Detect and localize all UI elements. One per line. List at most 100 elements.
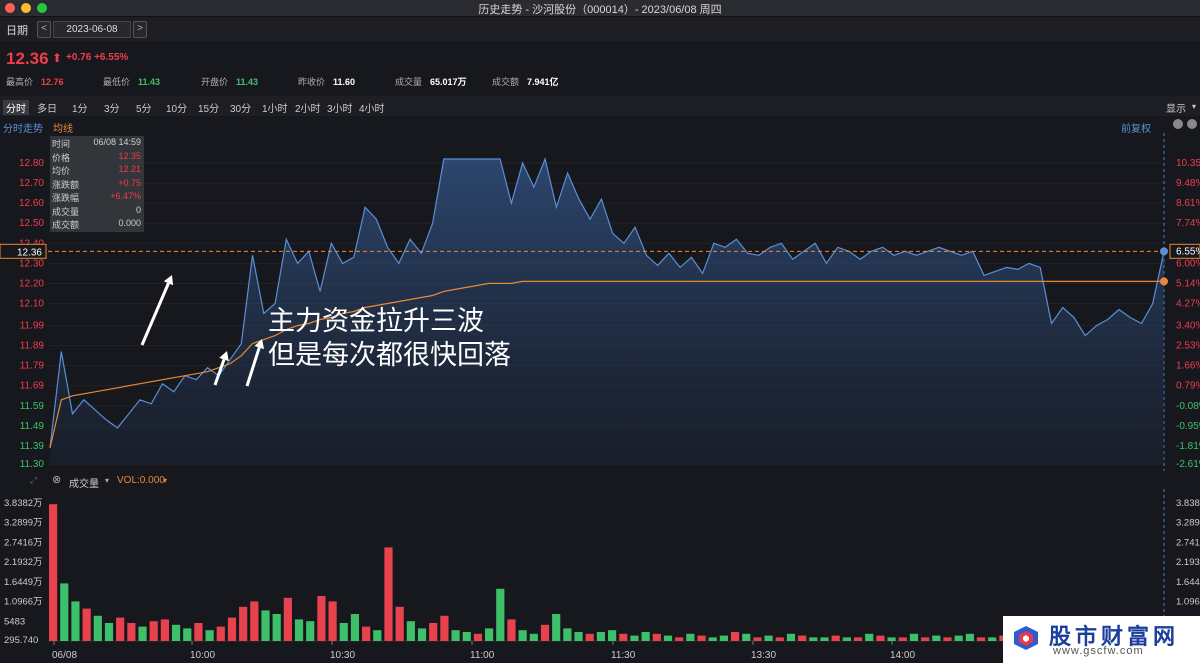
- volume-bar: [440, 615, 449, 641]
- volume-bar: [697, 635, 706, 641]
- time-tick-label: 10:30: [330, 650, 355, 661]
- volume-bar: [630, 635, 639, 641]
- tooltip-key: 成交量: [52, 206, 80, 217]
- tab-period[interactable]: 5分: [136, 100, 152, 115]
- time-tick-label: 13:30: [751, 650, 776, 661]
- volume-bar: [183, 628, 192, 641]
- volume-tick-label: 1.0966万: [4, 597, 43, 608]
- volume-tick-label-right: 3.2899万: [1176, 518, 1200, 529]
- tab-period[interactable]: 15分: [198, 100, 219, 115]
- pct-tick-label: 3.40%: [1176, 321, 1200, 332]
- pct-tick-label: -1.81%: [1176, 441, 1200, 452]
- volume-bar: [261, 610, 270, 641]
- tooltip-row: 涨跌额 +0.75: [52, 178, 141, 191]
- stat-value: 65.017万: [430, 77, 467, 87]
- tooltip-key: 涨跌额: [52, 179, 80, 190]
- vol-value: VOL:0.000: [117, 475, 165, 486]
- volume-bar: [764, 635, 773, 641]
- price-tick-label: 11.79: [20, 361, 45, 372]
- volume-bar: [619, 633, 628, 641]
- price-tick-label: 11.59: [20, 401, 45, 412]
- tooltip-value: 12.21: [118, 164, 141, 174]
- tab-period[interactable]: 30分: [230, 100, 251, 115]
- price-tick-label: 11.99: [20, 321, 45, 332]
- volume-tick-label-right: 1.6449万: [1176, 577, 1200, 588]
- chevron-down-icon[interactable]: ▾: [1192, 102, 1196, 111]
- volume-label[interactable]: 成交量: [69, 475, 99, 490]
- tooltip-row: 均价 12.21: [52, 164, 141, 177]
- volume-bar: [809, 637, 818, 641]
- volume-bar: [853, 637, 863, 641]
- time-tick-label: 14:00: [890, 650, 915, 661]
- tab-period[interactable]: 1分: [72, 100, 88, 115]
- time-tick-label: 06/08: [52, 650, 77, 661]
- volume-bar: [82, 608, 91, 641]
- tooltip-value: 0: [135, 204, 141, 215]
- tooltip-value: 06/08 14:59: [93, 137, 141, 147]
- volume-bar: [876, 635, 885, 641]
- volume-bar: [831, 635, 840, 641]
- tooltip-row: 涨跌幅 +6.47%: [52, 191, 141, 204]
- volume-bar: [786, 633, 796, 641]
- display-menu[interactable]: 显示: [1166, 100, 1186, 115]
- date-field[interactable]: 2023-06-08: [53, 21, 131, 38]
- next-date-button[interactable]: >: [133, 21, 147, 38]
- stat-value: 7.941亿: [527, 77, 559, 87]
- volume-bar: [93, 615, 102, 641]
- chevron-down-icon[interactable]: ▾: [105, 476, 109, 485]
- price-tick-label: 12.60: [19, 198, 44, 209]
- tab-period[interactable]: 4小时: [359, 100, 385, 115]
- quote-stat: 成交额 7.941亿: [492, 75, 559, 88]
- tooltip-key: 价格: [52, 152, 71, 163]
- volume-bar: [865, 633, 874, 641]
- intraday-chart[interactable]: 12.8012.7012.6012.5012.4012.3012.2012.10…: [0, 133, 1200, 471]
- volume-bar: [954, 635, 963, 641]
- volume-bar: [294, 619, 304, 641]
- chevron-down-icon[interactable]: ▾: [163, 476, 167, 485]
- current-price: 12.36: [6, 49, 49, 68]
- price-tick-label: 11.69: [20, 381, 45, 392]
- tab-period[interactable]: 3小时: [327, 100, 353, 115]
- volume-bar: [842, 637, 851, 641]
- volume-tick-label: 2.1932万: [4, 557, 43, 568]
- volume-bar: [641, 632, 650, 641]
- tab-period[interactable]: 2小时: [295, 100, 321, 115]
- tooltip-value: +0.75: [118, 177, 141, 188]
- tab-period[interactable]: 1小时: [262, 100, 288, 115]
- site-logo-icon: [1014, 626, 1038, 650]
- pct-tick-label: 0.79%: [1176, 381, 1200, 392]
- stat-value: 11.60: [333, 77, 356, 87]
- data-tooltip: 时间 06/08 14:59 价格 12.35 均价 12.21 涨跌额 +0.75 涨跌幅 +6…: [50, 136, 144, 232]
- volume-bar: [417, 628, 427, 641]
- close-volume-icon[interactable]: ⊗: [52, 473, 61, 486]
- tab-period[interactable]: 分时: [3, 100, 29, 115]
- expand-icon[interactable]: ⤢: [30, 475, 37, 486]
- volume-bar: [507, 619, 516, 641]
- volume-bar: [608, 630, 617, 641]
- tooltip-key: 时间: [52, 139, 71, 149]
- volume-bar: [976, 637, 986, 641]
- close-icon[interactable]: [1187, 119, 1197, 129]
- tab-period[interactable]: 3分: [104, 100, 120, 115]
- volume-bar: [943, 637, 952, 641]
- tab-period[interactable]: 多日: [37, 100, 57, 115]
- volume-bar: [473, 633, 483, 641]
- pct-tick-label: 4.27%: [1176, 298, 1200, 309]
- volume-tick-label: 5483: [4, 616, 25, 627]
- volume-bar: [909, 633, 919, 641]
- prev-date-button[interactable]: <: [37, 21, 51, 38]
- price-marker: [1160, 247, 1168, 256]
- volume-bar: [272, 614, 281, 641]
- minus-icon[interactable]: [1173, 119, 1183, 129]
- annotation-line-1: 主力资金拉升三波: [268, 306, 484, 337]
- stat-label: 昨收价: [298, 77, 326, 87]
- volume-bar: [596, 632, 605, 641]
- pct-tick-label: -0.08%: [1176, 401, 1200, 412]
- volume-tick-label: 1.6449万: [4, 577, 43, 588]
- tooltip-value: 12.35: [118, 150, 141, 161]
- tab-period[interactable]: 10分: [166, 100, 187, 115]
- price-tick-label: 11.89: [20, 341, 45, 352]
- stat-label: 开盘价: [201, 77, 229, 87]
- volume-bar: [194, 623, 203, 641]
- time-tick-label: 10:00: [190, 650, 215, 661]
